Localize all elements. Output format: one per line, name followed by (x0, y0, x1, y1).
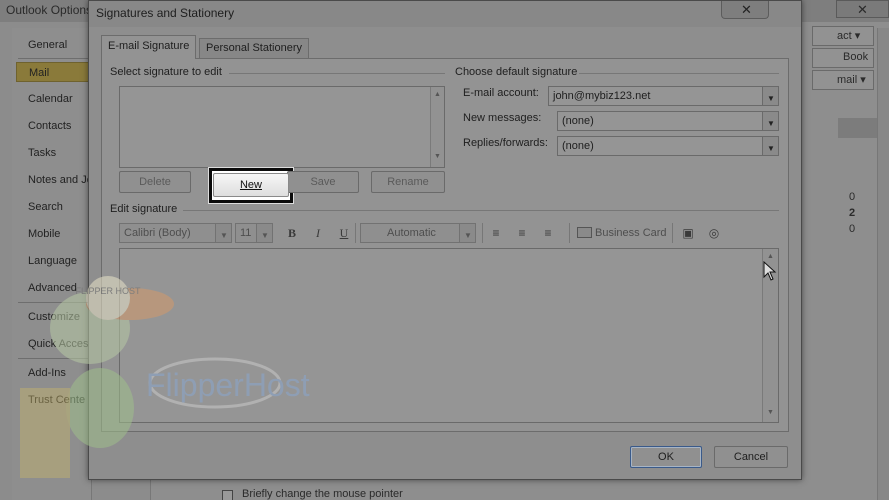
dialog-title: Signatures and Stationery (96, 6, 235, 20)
new-button-label: New (239, 179, 262, 191)
mouse-cursor-icon (763, 261, 777, 281)
sidebar-item-mail[interactable]: Mail (16, 62, 90, 82)
tab-personal-stationery[interactable]: Personal Stationery (199, 38, 309, 58)
signatures-dialog: Signatures and Stationery ✕ E-mail Signa… (88, 0, 802, 480)
sidebar-item-notes[interactable]: Notes and Jo (16, 170, 90, 190)
email-account-dropdown[interactable]: john@mybiz123.net ▼ (548, 86, 779, 106)
chevron-down-icon: ▼ (464, 231, 472, 240)
align-left-icon[interactable]: ≡ (487, 225, 505, 241)
dropdown-button[interactable]: ▼ (762, 87, 778, 105)
address-book-button[interactable]: Book (812, 48, 874, 68)
sidebar-divider (18, 358, 88, 359)
sidebar-item-calendar[interactable]: Calendar (16, 89, 90, 109)
toolbar-separator (569, 223, 570, 243)
sidebar-divider (18, 302, 88, 303)
sidebar-item-trust-center[interactable]: Trust Cente (16, 390, 90, 410)
new-button[interactable]: New (213, 173, 289, 197)
background-count: 0 (849, 223, 856, 235)
insert-hyperlink-icon[interactable]: ◎ (705, 225, 723, 241)
font-value: Calibri (Body) (124, 227, 191, 239)
sidebar-divider (18, 58, 88, 59)
options-content-panel (800, 22, 889, 500)
chevron-down-icon: ▼ (767, 144, 775, 153)
scroll-up-icon[interactable]: ▲ (767, 253, 774, 260)
business-card-icon (577, 227, 592, 238)
tab-email-signature[interactable]: E-mail Signature (101, 35, 197, 59)
sidebar-item-language[interactable]: Language (16, 251, 90, 271)
replies-forwards-label: Replies/forwards: (463, 137, 548, 149)
group-divider (183, 210, 779, 211)
bold-button[interactable]: B (283, 225, 301, 241)
sidebar-item-search[interactable]: Search (16, 197, 90, 217)
sidebar-item-tasks[interactable]: Tasks (16, 143, 90, 163)
toolbar-separator (482, 223, 483, 243)
sidebar-item-contacts[interactable]: Contacts (16, 116, 90, 136)
font-size-value: 11 (240, 227, 252, 239)
insert-picture-icon[interactable]: ▣ (679, 225, 697, 241)
mouse-pointer-option-label: Briefly change the mouse pointer (242, 488, 403, 500)
default-signature-label: Choose default signature (455, 66, 578, 78)
underline-button[interactable]: U (335, 225, 353, 241)
italic-button[interactable]: I (309, 225, 327, 241)
font-size-dropdown[interactable]: 11 ▼ (235, 223, 273, 243)
new-messages-value: (none) (562, 115, 594, 127)
dropdown-button[interactable]: ▼ (256, 224, 272, 242)
replies-forwards-value: (none) (562, 140, 594, 152)
dropdown-button[interactable]: ▼ (762, 112, 778, 130)
background-dropdown[interactable]: act ▾ (812, 26, 874, 46)
options-scrollbar[interactable] (877, 28, 889, 500)
sidebar-item-general[interactable]: General (16, 35, 90, 55)
email-account-value: john@mybiz123.net (553, 90, 651, 102)
chevron-down-icon: ▼ (767, 119, 775, 128)
sidebar-item-add-ins[interactable]: Add-Ins (16, 363, 90, 383)
rename-button[interactable]: Rename (371, 171, 445, 193)
select-signature-label: Select signature to edit (110, 66, 222, 78)
dialog-close-button[interactable]: ✕ (721, 1, 769, 19)
chevron-down-icon: ▼ (220, 231, 228, 240)
dropdown-button[interactable]: ▼ (215, 224, 231, 242)
delete-button[interactable]: Delete (119, 171, 191, 193)
signature-editor[interactable]: ▲ ▼ (119, 248, 779, 423)
close-icon: ✕ (857, 2, 868, 17)
font-color-value: Automatic (387, 227, 436, 239)
signature-list-scrollbar[interactable]: ▲ ▼ (430, 87, 444, 167)
group-divider (579, 73, 779, 74)
cancel-button[interactable]: Cancel (714, 446, 788, 468)
close-icon: ✕ (741, 2, 752, 17)
align-right-icon[interactable]: ≡ (539, 225, 557, 241)
edit-signature-label: Edit signature (110, 203, 178, 215)
save-button[interactable]: Save (287, 171, 359, 193)
new-messages-dropdown[interactable]: (none) ▼ (557, 111, 779, 131)
sidebar-item-advanced[interactable]: Advanced (16, 278, 90, 298)
email-account-label: E-mail account: (463, 87, 539, 99)
chevron-down-icon: ▼ (767, 94, 775, 103)
group-divider (229, 73, 445, 74)
business-card-button[interactable]: Business Card (595, 224, 667, 242)
window-close-button[interactable]: ✕ (836, 0, 889, 18)
font-dropdown[interactable]: Calibri (Body) ▼ (119, 223, 232, 243)
signature-list[interactable]: ▲ ▼ (119, 86, 445, 168)
window-title: Outlook Options (6, 3, 93, 17)
ok-button[interactable]: OK (630, 446, 702, 468)
dialog-titlebar: Signatures and Stationery (89, 1, 801, 27)
mouse-pointer-checkbox[interactable] (222, 490, 233, 500)
dropdown-button[interactable]: ▼ (459, 224, 475, 242)
dropdown-button[interactable]: ▼ (762, 137, 778, 155)
background-count: 2 (849, 207, 856, 219)
toolbar-separator (355, 223, 356, 243)
background-count: 0 (849, 191, 856, 203)
font-color-dropdown[interactable]: Automatic ▼ (360, 223, 476, 243)
replies-forwards-dropdown[interactable]: (none) ▼ (557, 136, 779, 156)
scroll-down-icon[interactable]: ▼ (767, 409, 774, 416)
scroll-up-icon[interactable]: ▲ (434, 91, 441, 98)
sidebar-item-customize[interactable]: Customize (16, 307, 90, 327)
sidebar-item-mobile[interactable]: Mobile (16, 224, 90, 244)
toolbar-separator (672, 223, 673, 243)
align-center-icon[interactable]: ≡ (513, 225, 531, 241)
background-dropdown[interactable]: mail ▾ (812, 70, 874, 90)
chevron-down-icon: ▼ (261, 231, 269, 240)
sidebar-item-quick-access[interactable]: Quick Acces (16, 334, 90, 354)
scroll-down-icon[interactable]: ▼ (434, 153, 441, 160)
new-messages-label: New messages: (463, 112, 542, 124)
